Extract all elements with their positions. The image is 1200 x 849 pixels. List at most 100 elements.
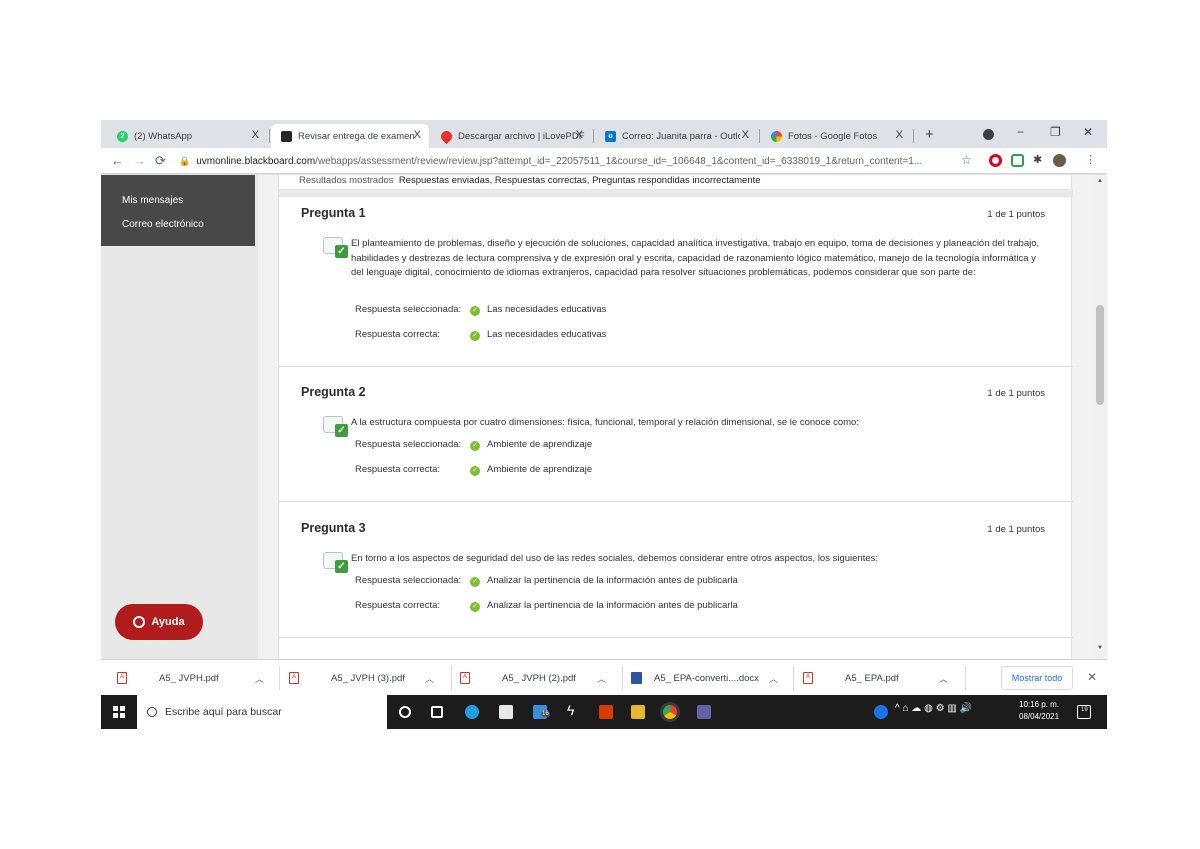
tab-separator — [913, 129, 914, 143]
notification-icon[interactable]: 19 — [1077, 705, 1091, 719]
question-header: Pregunta 3 1 de 1 puntos — [279, 521, 1073, 539]
lock-icon: 🔒 — [179, 155, 191, 166]
tab-google-photos[interactable]: Fotos - Google Fotos X — [761, 124, 911, 148]
help-label: Ayuda — [151, 616, 185, 628]
office-icon[interactable] — [599, 705, 613, 719]
correct-label: Respuesta correcta: — [355, 464, 441, 475]
chrome-icon[interactable] — [663, 705, 677, 719]
profile-icon[interactable] — [983, 129, 994, 140]
scroll-down-icon[interactable]: ▼ — [1097, 645, 1103, 651]
sidebar-item-mis-mensajes[interactable]: Mis mensajes — [122, 195, 183, 206]
close-downloads-icon[interactable]: ✕ — [1087, 670, 1097, 684]
results-label: Resultados mostrados — [299, 175, 394, 186]
tab-blackboard[interactable]: Revisar entrega de examen: / X — [271, 124, 429, 148]
tab-close-icon[interactable]: X — [414, 129, 421, 141]
pdf-file-icon: A — [289, 672, 299, 684]
tab-close-icon[interactable]: X — [576, 129, 583, 141]
selected-answer: Las necesidades educativas — [487, 304, 607, 315]
correct-check-icon: ✓ — [323, 416, 349, 438]
extensions-puzzle-icon[interactable]: ✱ — [1033, 153, 1042, 166]
chevron-up-icon[interactable]: ︿ — [425, 672, 434, 685]
clock-date: 08/04/2021 — [1019, 712, 1060, 721]
edge-icon[interactable] — [465, 705, 479, 719]
assessment-review: Resultados mostrados Respuestas enviadas… — [278, 175, 1073, 659]
chevron-up-icon[interactable]: ︿ — [597, 672, 606, 685]
pdf-file-icon: A — [460, 672, 470, 684]
question-title: Pregunta 2 — [301, 385, 366, 399]
taskbar-search[interactable]: Escribe aquí para buscar — [137, 695, 387, 729]
correct-label: Respuesta correcta: — [355, 600, 441, 611]
chevron-up-icon[interactable]: ︿ — [939, 672, 948, 685]
mail-icon[interactable]: 16 — [533, 705, 550, 719]
results-shown: Resultados mostrados Respuestas enviadas… — [299, 175, 761, 186]
taskbar-clock[interactable]: 10:16 p. m. 08/04/2021 — [1019, 699, 1059, 723]
system-tray-icons[interactable]: ^ ⌂ ☁ ◍ ⚙ ▥ 🔊 — [895, 703, 972, 714]
correct-check-icon: ✓ — [323, 552, 349, 574]
file-explorer-icon[interactable] — [631, 705, 645, 719]
tab-label: Revisar entrega de examen: / — [298, 130, 416, 142]
scrollbar-thumb[interactable] — [1096, 305, 1104, 405]
back-icon[interactable]: ← — [111, 153, 124, 168]
tab-separator — [593, 129, 594, 143]
correct-check-icon: ✓ — [323, 237, 349, 259]
new-tab-button[interactable]: + — [925, 126, 934, 143]
cortana-icon[interactable] — [399, 706, 411, 718]
tab-ilovepdf[interactable]: Descargar archivo | iLovePDF X — [431, 124, 591, 148]
scroll-up-icon[interactable]: ▲ — [1097, 178, 1103, 184]
store-icon[interactable] — [499, 705, 513, 719]
tab-close-icon[interactable]: X — [742, 129, 749, 141]
help-button[interactable]: Ayuda — [115, 604, 203, 640]
avatar[interactable] — [1053, 154, 1066, 167]
sidebar-item-correo[interactable]: Correo electrónico — [122, 219, 204, 230]
selected-answer: Ambiente de aprendizaje — [487, 439, 593, 450]
power-automate-icon[interactable]: ϟ — [567, 702, 581, 718]
tab-whatsapp[interactable]: 2 (2) WhatsApp X — [107, 124, 267, 148]
selected-label: Respuesta seleccionada: — [355, 575, 462, 586]
page-scrollbar[interactable]: ▲ ▼ — [1093, 175, 1107, 659]
chevron-up-icon[interactable]: ︿ — [255, 672, 264, 685]
minimize-icon[interactable]: − — [1017, 125, 1024, 139]
tab-label: Descargar archivo | iLovePDF — [458, 130, 585, 142]
download-item[interactable]: A A5_ EPA.pdf ︿ — [803, 660, 963, 696]
question-header: Pregunta 1 1 de 1 puntos — [279, 206, 1073, 224]
bookmark-star-icon[interactable]: ☆ — [961, 153, 972, 167]
url-host: uvmonline.blackboard.com — [196, 155, 316, 167]
task-view-icon[interactable] — [431, 706, 443, 718]
show-all-button[interactable]: Mostrar todo — [1001, 666, 1073, 690]
selected-answer-row: Respuesta seleccionada: ✓ Ambiente de ap… — [355, 438, 592, 451]
word-file-icon — [631, 672, 642, 684]
windows-start-icon[interactable] — [113, 706, 125, 718]
check-circle-icon: ✓ — [470, 577, 480, 587]
opera-extension-icon[interactable] — [989, 154, 1002, 167]
correct-answer-row: Respuesta correcta: ✓ Ambiente de aprend… — [355, 463, 592, 476]
download-item[interactable]: A A5_ JVPH (2).pdf ︿ — [460, 660, 620, 696]
search-icon — [147, 707, 157, 717]
green-extension-icon[interactable] — [1011, 154, 1024, 167]
restore-icon[interactable]: ❐ — [1050, 125, 1061, 139]
heart-icon — [438, 128, 455, 144]
download-item[interactable]: A A5_ JVPH.pdf ︿ — [117, 660, 277, 696]
download-item[interactable]: A A5_ JVPH (3).pdf ︿ — [289, 660, 449, 696]
tab-outlook[interactable]: o Correo: Juanita parra - Outlo X — [595, 124, 757, 148]
download-item[interactable]: A5_ EPA-converti....docx ︿ — [631, 660, 791, 696]
selected-answer: Analizar la pertinencia de la informació… — [487, 575, 738, 586]
help-tray-icon[interactable] — [874, 705, 888, 719]
correct-answer: Las necesidades educativas — [487, 329, 607, 340]
check-circle-icon: ✓ — [470, 466, 480, 476]
address-bar[interactable]: 🔒 uvmonline.blackboard.com /webapps/asse… — [179, 152, 969, 170]
menu-kebab-icon[interactable]: ⋮ — [1085, 153, 1096, 166]
window-close-icon[interactable]: ✕ — [1083, 125, 1093, 139]
download-separator — [793, 666, 794, 690]
tab-close-icon[interactable]: X — [252, 129, 259, 141]
tab-label: Fotos - Google Fotos — [788, 130, 878, 142]
chevron-up-icon[interactable]: ︿ — [769, 672, 778, 685]
reload-icon[interactable]: ⟳ — [155, 153, 166, 169]
download-separator — [622, 666, 623, 690]
forward-icon[interactable]: → — [133, 153, 146, 168]
tab-close-icon[interactable]: X — [896, 129, 903, 141]
download-filename: A5_ EPA-converti....docx — [654, 672, 759, 684]
search-placeholder: Escribe aquí para buscar — [165, 706, 282, 718]
teams-icon[interactable] — [697, 705, 711, 719]
question-text: A la estructura compuesta por cuatro dim… — [351, 417, 859, 428]
notification-count: 19 — [1081, 707, 1088, 713]
